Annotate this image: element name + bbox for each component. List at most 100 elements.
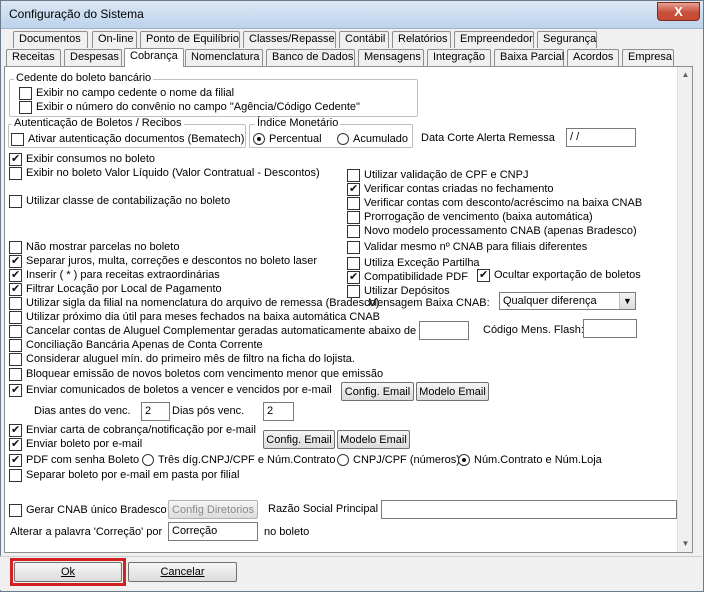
tab-seguranca[interactable]: Segurança <box>537 31 597 48</box>
pdf-senha-checkbox[interactable]: PDF com senha Boleto <box>9 453 139 467</box>
checkbox-box[interactable] <box>477 268 490 282</box>
checkbox-box[interactable] <box>9 254 22 268</box>
carta-cobranca-checkbox[interactable]: Enviar carta de cobrança/notificação por… <box>9 423 256 437</box>
inserir-receitas-checkbox[interactable]: Inserir ( * ) para receitas extraordinár… <box>9 268 220 282</box>
separar-juros-checkbox[interactable]: Separar juros, multa, correções e descon… <box>9 254 317 268</box>
tab-despesas[interactable]: Despesas <box>64 49 122 66</box>
checkbox-box[interactable] <box>9 296 22 310</box>
dias-antes-input[interactable]: 2 <box>141 402 170 421</box>
tab-relatorios[interactable]: Relatórios <box>392 31 451 48</box>
checkbox-box[interactable] <box>9 503 22 517</box>
cancelar-aluguel-input[interactable] <box>419 321 469 340</box>
cedente-filial-checkbox[interactable]: Exibir no campo cedente o nome da filial <box>19 86 234 100</box>
checkbox-box[interactable] <box>9 468 22 482</box>
checkbox-box[interactable] <box>9 310 22 324</box>
percentual-radio[interactable]: Percentual <box>253 132 322 146</box>
alterar-palavra-input[interactable]: Correção <box>168 522 258 541</box>
proximo-dia-checkbox[interactable]: Utilizar próximo dia útil para meses fec… <box>9 310 380 324</box>
config-diretorios-button[interactable]: Config Diretorios <box>168 500 258 519</box>
exibir-liquido-checkbox[interactable]: Exibir no boleto Valor Líquido (Valor Co… <box>9 166 320 180</box>
tab-integracao[interactable]: Integração <box>427 49 491 66</box>
checkbox-box[interactable] <box>347 196 360 210</box>
excecao-checkbox[interactable]: Utiliza Exceção Partilha <box>347 256 480 270</box>
conciliacao-checkbox[interactable]: Conciliação Bancária Apenas de Conta Cor… <box>9 338 263 352</box>
cnpj-num-radio[interactable]: CNPJ/CPF (números) <box>337 453 460 467</box>
config-email-button-1[interactable]: Config. Email <box>341 382 414 401</box>
data-corte-input[interactable]: / / <box>566 128 636 147</box>
cancelar-button[interactable]: Cancelar <box>128 562 237 582</box>
tab-empresa[interactable]: Empresa <box>622 49 674 66</box>
checkbox-box[interactable] <box>9 383 22 397</box>
codigo-flash-input[interactable] <box>583 319 637 338</box>
checkbox-box[interactable] <box>19 100 32 114</box>
checkbox-box[interactable] <box>9 453 22 467</box>
enviar-comunicados-checkbox[interactable]: Enviar comunicados de boletos a vencer e… <box>9 383 332 397</box>
tab-empreendedor[interactable]: Empreendedor <box>454 31 534 48</box>
gerar-cnab-checkbox[interactable]: Gerar CNAB único Bradesco <box>9 503 167 517</box>
radio-dot[interactable] <box>142 454 154 466</box>
msg-baixa-select[interactable]: Qualquer diferença ▼ <box>499 292 636 310</box>
checkbox-box[interactable] <box>9 352 22 366</box>
depositos-checkbox[interactable]: Utilizar Depósitos <box>347 284 450 298</box>
nao-parcelas-checkbox[interactable]: Não mostrar parcelas no boleto <box>9 240 179 254</box>
tab-classes-repasse[interactable]: Classes/Repasse <box>243 31 336 48</box>
tab-contabil[interactable]: Contábil <box>339 31 389 48</box>
aluguel-min-checkbox[interactable]: Considerar aluguel mín. do primeiro mês … <box>9 352 355 366</box>
tab-documentos[interactable]: Documentos <box>13 31 88 48</box>
tab-nomenclatura[interactable]: Nomenclatura <box>185 49 263 66</box>
modelo-email-button-1[interactable]: Modelo Email <box>416 382 489 401</box>
checkbox-box[interactable] <box>9 268 22 282</box>
tab-receitas[interactable]: Receitas <box>6 49 61 66</box>
tab-banco-dados[interactable]: Banco de Dados <box>266 49 355 66</box>
checkbox-box[interactable] <box>347 256 360 270</box>
validar-cnab-checkbox[interactable]: Validar mesmo nº CNAB para filiais difer… <box>347 240 587 254</box>
chevron-down-icon[interactable]: ▼ <box>619 293 635 309</box>
tab-baixa-parcial[interactable]: Baixa Parcial <box>494 49 564 66</box>
checkbox-box[interactable] <box>347 240 360 254</box>
checkbox-box[interactable] <box>9 367 22 381</box>
modelo-email-button-2[interactable]: Modelo Email <box>337 430 410 449</box>
checkbox-box[interactable] <box>9 240 22 254</box>
checkbox-box[interactable] <box>11 132 24 146</box>
tab-acordos[interactable]: Acordos <box>567 49 619 66</box>
scroll-up-icon[interactable]: ▲ <box>678 67 693 82</box>
checkbox-box[interactable] <box>347 284 360 298</box>
verificar-contas-checkbox[interactable]: Verificar contas criadas no fechamento <box>347 182 554 196</box>
checkbox-box[interactable] <box>347 270 360 284</box>
razao-social-input[interactable] <box>381 500 677 519</box>
tab-cobranca[interactable]: Cobrança <box>124 48 184 67</box>
radio-dot[interactable] <box>337 454 349 466</box>
sigla-filial-checkbox[interactable]: Utilizar sigla da filial na nomenclatura… <box>9 296 379 310</box>
close-button[interactable]: X <box>657 2 700 21</box>
checkbox-box[interactable] <box>9 194 22 208</box>
checkbox-box[interactable] <box>9 282 22 296</box>
boleto-email-checkbox[interactable]: Enviar boleto por e-mail <box>9 437 142 451</box>
tres-dig-radio[interactable]: Três díg.CNPJ/CPF e Núm.Contrato <box>142 453 335 467</box>
prorrogacao-checkbox[interactable]: Prorrogação de vencimento (baixa automát… <box>347 210 593 224</box>
autenticacao-checkbox[interactable]: Ativar autenticação documentos (Bematech… <box>11 132 244 146</box>
filtrar-locacao-checkbox[interactable]: Filtrar Locação por Local de Pagamento <box>9 282 222 296</box>
validacao-cpf-checkbox[interactable]: Utilizar validação de CPF e CNPJ <box>347 168 528 182</box>
checkbox-box[interactable] <box>9 437 22 451</box>
num-loja-radio[interactable]: Núm.Contrato e Núm.Loja <box>458 453 602 467</box>
scroll-down-icon[interactable]: ▼ <box>678 536 693 551</box>
checkbox-box[interactable] <box>9 166 22 180</box>
checkbox-box[interactable] <box>347 210 360 224</box>
compat-pdf-checkbox[interactable]: Compatibilidade PDF <box>347 270 468 284</box>
radio-dot[interactable] <box>253 133 265 145</box>
exibir-consumos-checkbox[interactable]: Exibir consumos no boleto <box>9 152 155 166</box>
dias-pos-input[interactable]: 2 <box>263 402 294 421</box>
checkbox-box[interactable] <box>347 168 360 182</box>
checkbox-box[interactable] <box>9 324 22 338</box>
vertical-scrollbar[interactable]: ▲ ▼ <box>677 67 692 552</box>
radio-dot[interactable] <box>458 454 470 466</box>
tab-online[interactable]: On-line <box>92 31 137 48</box>
ocultar-checkbox[interactable]: Ocultar exportação de boletos <box>477 268 641 282</box>
cedente-convenio-checkbox[interactable]: Exibir o número do convênio no campo "Ag… <box>19 100 360 114</box>
radio-dot[interactable] <box>337 133 349 145</box>
checkbox-box[interactable] <box>347 224 360 238</box>
checkbox-box[interactable] <box>9 423 22 437</box>
tab-mensagens[interactable]: Mensagens <box>358 49 424 66</box>
tab-ponto-equilibrio[interactable]: Ponto de Equilíbrio <box>140 31 240 48</box>
novo-modelo-checkbox[interactable]: Novo modelo processamento CNAB (apenas B… <box>347 224 637 238</box>
